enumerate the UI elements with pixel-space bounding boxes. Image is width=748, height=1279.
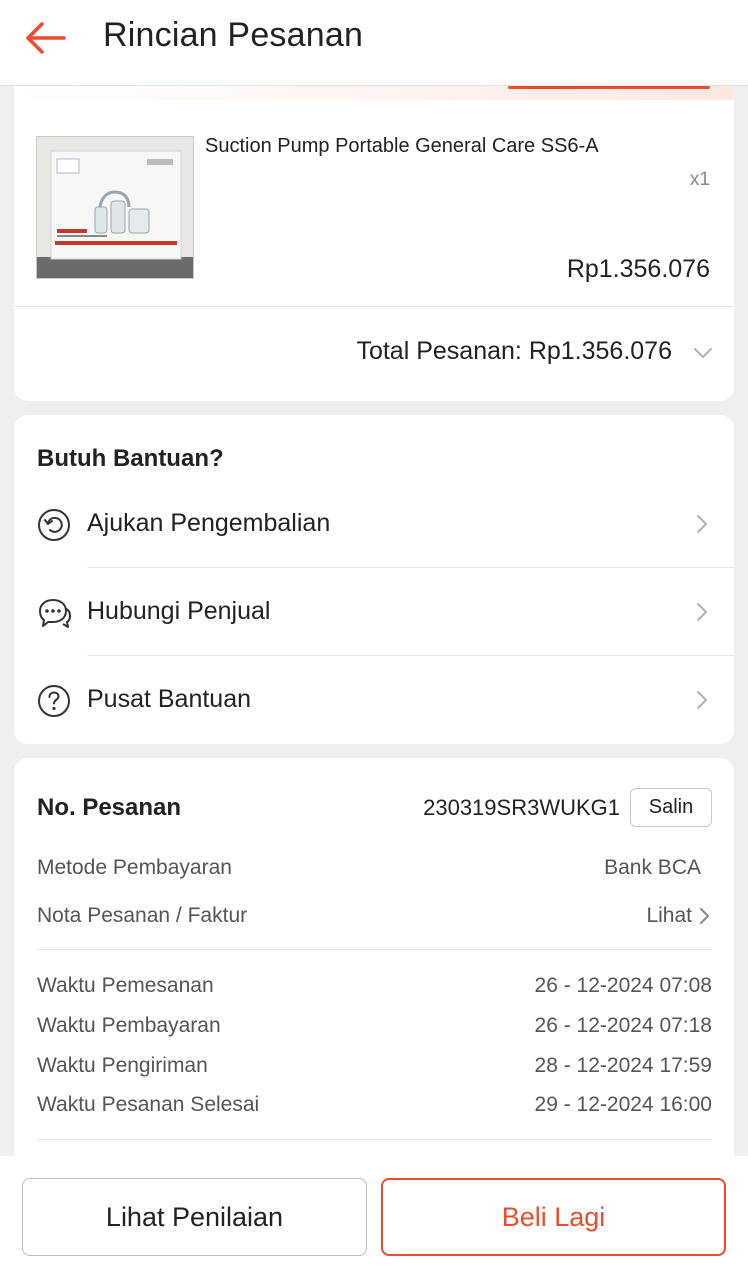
order-total-value: Rp1.356.076: [528, 337, 672, 365]
page-title: Rincian Pesanan: [103, 16, 364, 54]
order-time-label: Waktu Pemesanan: [37, 974, 214, 997]
help-item-label: Hubungi Penjual: [87, 597, 271, 625]
product-name[interactable]: Suction Pump Portable General Care SS6-A: [205, 135, 599, 158]
order-total-label: Total Pesanan:: [356, 337, 522, 365]
order-total[interactable]: Total Pesanan: Rp1.356.076: [356, 337, 672, 366]
invoice-label: Nota Pesanan / Faktur: [37, 904, 248, 927]
arrow-left-icon: [26, 22, 66, 54]
completed-time-value: 29 - 12-2024 16:00: [534, 1093, 712, 1116]
product-card: Suction Pump Portable General Care SS6-A…: [14, 100, 734, 401]
product-photo-illustration: [37, 137, 193, 278]
divider: [87, 567, 734, 568]
order-time-value: 26 - 12-2024 07:08: [534, 974, 712, 997]
help-card: Butuh Bantuan? Ajukan Pengembalian Hubun…: [14, 415, 734, 744]
product-image[interactable]: [36, 136, 194, 279]
help-item-help-center[interactable]: Pusat Bantuan: [14, 657, 734, 745]
divider: [37, 949, 712, 950]
product-quantity: x1: [689, 169, 710, 190]
order-info-card: No. Pesanan 230319SR3WUKG1 Salin Metode …: [14, 758, 734, 1178]
back-button[interactable]: [22, 18, 68, 58]
payment-time-label: Waktu Pembayaran: [37, 1014, 221, 1037]
invoice-view-label: Lihat: [646, 904, 692, 927]
chevron-right-icon: [697, 603, 707, 621]
divider: [37, 1139, 712, 1140]
help-item-return[interactable]: Ajukan Pengembalian: [14, 481, 734, 569]
order-number-label: No. Pesanan: [37, 794, 182, 821]
help-item-label: Ajukan Pengembalian: [87, 509, 331, 537]
shipping-time-label: Waktu Pengiriman: [37, 1054, 208, 1077]
divider: [87, 655, 734, 656]
copy-button[interactable]: Salin: [630, 788, 712, 827]
chevron-right-icon: [700, 908, 709, 924]
payment-time-value: 26 - 12-2024 07:18: [534, 1014, 712, 1037]
bottom-action-bar: Lihat Penilaian Beli Lagi: [0, 1156, 748, 1279]
chevron-right-icon: [697, 691, 707, 709]
previous-section-accent-line: [508, 86, 710, 89]
top-app-bar: Rincian Pesanan: [0, 0, 748, 86]
payment-method-label: Metode Pembayaran: [37, 856, 232, 879]
payment-method-value: Bank BCA: [604, 856, 701, 879]
shipping-time-value: 28 - 12-2024 17:59: [534, 1054, 712, 1077]
help-item-label: Pusat Bantuan: [87, 685, 252, 713]
question-icon: [38, 685, 70, 717]
product-price: Rp1.356.076: [566, 255, 710, 283]
return-icon: [38, 509, 70, 541]
divider: [14, 306, 734, 307]
help-item-chat-seller[interactable]: Hubungi Penjual: [14, 569, 734, 657]
buy-again-button[interactable]: Beli Lagi: [381, 1178, 726, 1256]
view-review-button[interactable]: Lihat Penilaian: [22, 1178, 367, 1256]
completed-time-label: Waktu Pesanan Selesai: [37, 1093, 260, 1116]
invoice-view-link[interactable]: Lihat: [646, 904, 712, 928]
help-title: Butuh Bantuan?: [37, 445, 224, 472]
chat-icon: [39, 599, 71, 628]
order-number-value: 230319SR3WUKG1: [423, 795, 620, 820]
chevron-right-icon: [697, 515, 707, 533]
chevron-down-icon[interactable]: [692, 342, 714, 364]
